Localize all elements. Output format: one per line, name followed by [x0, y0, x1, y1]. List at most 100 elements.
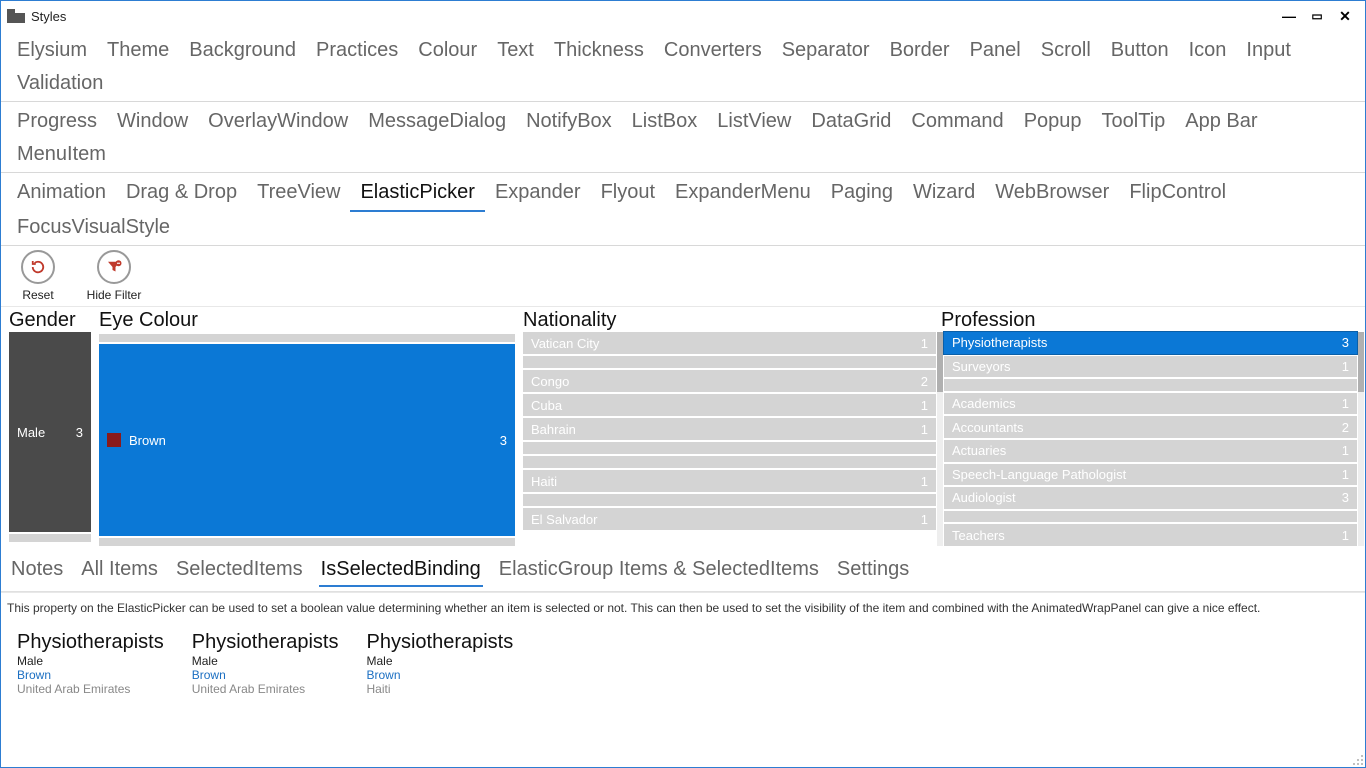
menu-row: ElysiumThemeBackgroundPracticesColourTex… — [1, 31, 1365, 102]
profession-column: Physiotherapists3 Surveyors 1 Academics1Acc… — [944, 332, 1357, 546]
card-gender: Male — [367, 654, 514, 668]
subtab-all-items[interactable]: All Items — [79, 558, 160, 587]
nationality-item[interactable]: El Salvador1 — [523, 508, 936, 530]
gender-tile-male[interactable]: Male 3 — [9, 332, 91, 532]
subtab-selecteditems[interactable]: SelectedItems — [174, 558, 305, 587]
tab-flyout[interactable]: Flyout — [591, 177, 665, 212]
reset-button[interactable]: Reset — [9, 250, 67, 306]
card-nationality: Haiti — [367, 682, 514, 696]
result-card: PhysiotherapistsMaleBrownUnited Arab Emi… — [17, 631, 164, 696]
tab-overlaywindow[interactable]: OverlayWindow — [198, 106, 358, 139]
tab-animation[interactable]: Animation — [7, 177, 116, 212]
profession-item[interactable]: Speech-Language Pathologist1 — [944, 464, 1357, 486]
tab-window[interactable]: Window — [107, 106, 198, 139]
gender-tile-other[interactable] — [9, 534, 91, 542]
tab-messagedialog[interactable]: MessageDialog — [358, 106, 516, 139]
tab-treeview[interactable]: TreeView — [247, 177, 350, 212]
tab-wizard[interactable]: Wizard — [903, 177, 985, 212]
eye-tile-bottom[interactable] — [99, 538, 515, 546]
profession-count: 3 — [1342, 335, 1349, 350]
nationality-item[interactable]: Congo2 — [523, 370, 936, 392]
profession-item[interactable]: Physiotherapists3 — [944, 332, 1357, 354]
subtab-settings[interactable]: Settings — [835, 558, 911, 587]
tab-background[interactable]: Background — [179, 35, 306, 68]
tab-expandermenu[interactable]: ExpanderMenu — [665, 177, 821, 212]
tab-listview[interactable]: ListView — [707, 106, 801, 139]
tab-panel[interactable]: Panel — [960, 35, 1031, 68]
tab-button[interactable]: Button — [1101, 35, 1179, 68]
profession-item[interactable]: Teachers1 — [944, 524, 1357, 546]
nationality-item[interactable]: Haiti1 — [523, 470, 936, 492]
nationality-label: Bahrain — [531, 422, 576, 437]
profession-label: Academics — [952, 396, 1016, 411]
maximize-button[interactable]: ▭ — [1303, 5, 1331, 27]
tab-icon[interactable]: Icon — [1179, 35, 1237, 68]
eye-tile-top[interactable] — [99, 334, 515, 342]
nationality-item[interactable] — [523, 456, 936, 468]
tab-expander[interactable]: Expander — [485, 177, 591, 212]
profession-item[interactable]: Audiologist 3 — [944, 487, 1357, 509]
tab-converters[interactable]: Converters — [654, 35, 772, 68]
header-eye-colour: Eye Colour — [99, 309, 523, 332]
nationality-scrollbar-thumb[interactable] — [937, 332, 943, 392]
result-card: PhysiotherapistsMaleBrownHaiti — [367, 631, 514, 696]
tab-scroll[interactable]: Scroll — [1031, 35, 1101, 68]
tab-thickness[interactable]: Thickness — [544, 35, 654, 68]
tab-input[interactable]: Input — [1236, 35, 1300, 68]
tab-elasticpicker[interactable]: ElasticPicker — [350, 177, 484, 212]
resize-grip[interactable] — [1352, 754, 1364, 766]
hide-filter-button[interactable]: Hide Filter — [85, 250, 143, 306]
tab-progress[interactable]: Progress — [7, 106, 107, 139]
minimize-button[interactable]: — — [1275, 5, 1303, 27]
tab-popup[interactable]: Popup — [1014, 106, 1092, 139]
tab-practices[interactable]: Practices — [306, 35, 408, 68]
detail-tabs: Notes All Items SelectedItems IsSelectedBin… — [1, 552, 1365, 592]
tab-theme[interactable]: Theme — [97, 35, 179, 68]
nationality-item[interactable] — [523, 494, 936, 506]
titlebar: Styles — ▭ ✕ — [1, 1, 1365, 31]
tab-drag-drop[interactable]: Drag & Drop — [116, 177, 247, 212]
profession-item[interactable]: Accountants2 — [944, 416, 1357, 438]
profession-item[interactable] — [944, 379, 1357, 391]
tab-menuitem[interactable]: MenuItem — [7, 139, 116, 172]
tab-app-bar[interactable]: App Bar — [1175, 106, 1267, 139]
nationality-item[interactable] — [523, 442, 936, 454]
tab-paging[interactable]: Paging — [821, 177, 903, 212]
tab-colour[interactable]: Colour — [408, 35, 487, 68]
nationality-item[interactable]: Cuba1 — [523, 394, 936, 416]
profession-item[interactable] — [944, 511, 1357, 523]
nationality-count: 1 — [921, 474, 928, 489]
subtab-isselectedbinding[interactable]: IsSelectedBinding — [319, 558, 483, 587]
profession-label: Actuaries — [952, 443, 1006, 458]
tab-flipcontrol[interactable]: FlipControl — [1119, 177, 1236, 212]
profession-label: Audiologist — [952, 490, 1016, 505]
tab-command[interactable]: Command — [901, 106, 1013, 139]
tab-text[interactable]: Text — [487, 35, 544, 68]
profession-item[interactable]: Actuaries1 — [944, 440, 1357, 462]
profession-item[interactable]: Surveyors 1 — [944, 356, 1357, 378]
subtab-elasticgroup-items-selecteditems[interactable]: ElasticGroup Items & SelectedItems — [497, 558, 821, 587]
tab-tooltip[interactable]: ToolTip — [1092, 106, 1176, 139]
profession-count: 1 — [1342, 359, 1349, 374]
tab-listbox[interactable]: ListBox — [622, 106, 708, 139]
nationality-item[interactable]: Bahrain1 — [523, 418, 936, 440]
tab-border[interactable]: Border — [880, 35, 960, 68]
tab-focusvisualstyle[interactable]: FocusVisualStyle — [7, 212, 180, 245]
profession-count: 3 — [1342, 490, 1349, 505]
nationality-item[interactable]: Vatican City1 — [523, 332, 936, 354]
subtab-notes[interactable]: Notes — [9, 558, 65, 587]
nationality-item[interactable] — [523, 356, 936, 368]
header-gender: Gender — [9, 309, 99, 332]
tab-separator[interactable]: Separator — [772, 35, 880, 68]
tab-notifybox[interactable]: NotifyBox — [516, 106, 622, 139]
tab-webbrowser[interactable]: WebBrowser — [985, 177, 1119, 212]
tab-validation[interactable]: Validation — [7, 68, 113, 101]
tab-datagrid[interactable]: DataGrid — [801, 106, 901, 139]
profession-scrollbar-thumb[interactable] — [1358, 332, 1364, 392]
profession-item[interactable]: Academics1 — [944, 393, 1357, 415]
profession-label: Surveyors — [952, 359, 1011, 374]
eye-tile-brown[interactable]: Brown 3 — [99, 344, 515, 536]
close-button[interactable]: ✕ — [1331, 5, 1359, 27]
tab-elysium[interactable]: Elysium — [7, 35, 97, 68]
card-title: Physiotherapists — [367, 631, 514, 654]
